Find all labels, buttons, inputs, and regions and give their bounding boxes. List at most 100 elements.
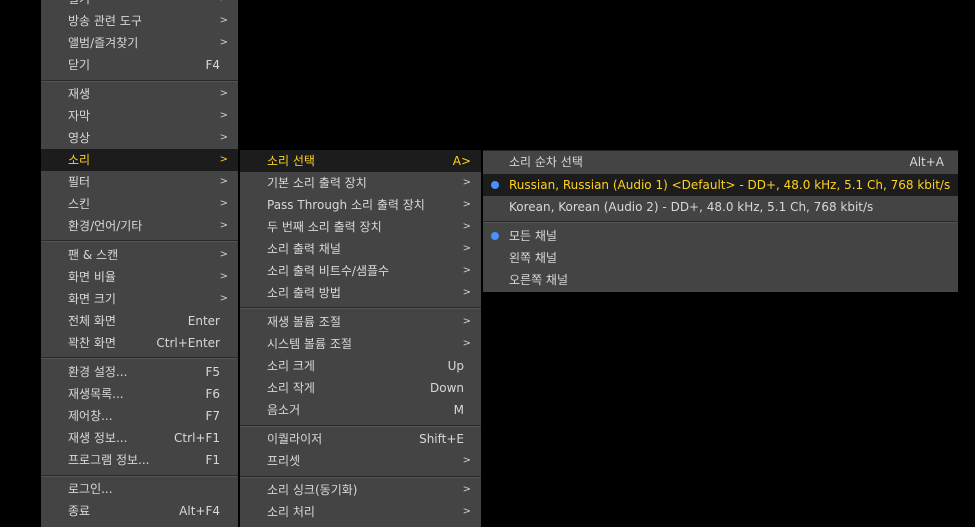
menu-item-program-info[interactable]: 프로그램 정보... F1: [41, 449, 238, 471]
menu-item-aspect-ratio[interactable]: 화면 비율 >: [41, 266, 238, 288]
menu-item-album-favorites[interactable]: 앨범/즐겨찾기 >: [41, 32, 238, 54]
menu-item-skin[interactable]: 스킨 >: [41, 193, 238, 215]
menu-item-label: 소리 출력 비트수/샘플수: [267, 264, 390, 278]
chevron-right-icon: >: [462, 287, 471, 298]
menu-item-volume-down[interactable]: 소리 작게 Down: [240, 377, 481, 399]
menu-item-label: Korean, Korean (Audio 2) - DD+, 48.0 kHz…: [509, 200, 874, 214]
menu-separator: [41, 475, 238, 477]
menu-item-label: 팬 & 스캔: [68, 248, 119, 262]
menu-item-open[interactable]: 열기 >: [41, 0, 238, 10]
channel-all[interactable]: 모든 채널: [483, 225, 958, 247]
menu-item-label: 소리 크게: [267, 359, 315, 373]
menu-item-label: 이퀄라이저: [267, 432, 323, 446]
menu-item-video[interactable]: 영상 >: [41, 127, 238, 149]
menu-item-equalizer[interactable]: 이퀄라이저 Shift+E: [240, 428, 481, 450]
menu-item-playback-volume[interactable]: 재생 볼륨 조절 >: [240, 311, 481, 333]
menu-item-playback[interactable]: 재생 >: [41, 83, 238, 105]
menu-item-label: 로그인...: [68, 482, 113, 496]
chevron-right-icon: >: [219, 132, 228, 143]
menu-item-shortcut: Ctrl+F1: [174, 431, 220, 445]
menu-separator: [240, 425, 481, 427]
chevron-right-icon: >: [220, 0, 228, 10]
menu-item-screen-size[interactable]: 화면 크기 >: [41, 288, 238, 310]
menu-item-label: 영상: [68, 131, 91, 145]
menu-item-volume-up[interactable]: 소리 크게 Up: [240, 355, 481, 377]
menu-item-fullscreen[interactable]: 전체 화면 Enter: [41, 310, 238, 332]
menu-item-mute[interactable]: 음소거 M: [240, 399, 481, 421]
menu-item-pan-scan[interactable]: 팬 & 스캔 >: [41, 244, 238, 266]
channel-right[interactable]: 오른쪽 채널: [483, 269, 958, 291]
menu-item-label: 열기: [68, 0, 90, 10]
audio-track-russian[interactable]: Russian, Russian (Audio 1) <Default> - D…: [483, 174, 958, 196]
menu-item-environment-language[interactable]: 환경/언어/기타 >: [41, 215, 238, 237]
menu-item-exit[interactable]: 종료 Alt+F4: [41, 500, 238, 522]
menu-item-label: 필터: [68, 175, 91, 189]
chevron-right-icon: >: [219, 154, 228, 165]
menu-item-subtitles[interactable]: 자막 >: [41, 105, 238, 127]
menu-item-label: 소리: [68, 153, 91, 167]
menu-item-label: 프리셋: [267, 454, 301, 468]
menu-item-shortcut: M: [453, 403, 464, 417]
menu-item-playback-info[interactable]: 재생 정보... Ctrl+F1: [41, 427, 238, 449]
menu-item-label: 종료: [68, 504, 91, 518]
menu-item-output-bits-samples[interactable]: 소리 출력 비트수/샘플수 >: [240, 260, 481, 282]
menu-item-shortcut: Up: [447, 359, 464, 373]
menu-separator: [240, 476, 481, 478]
menu-item-preferences[interactable]: 환경 설정... F5: [41, 361, 238, 383]
menu-item-shortcut-with-arrow: A>: [452, 154, 471, 168]
radio-dot-icon: [491, 181, 499, 189]
menu-item-label: 방송 관련 도구: [68, 14, 142, 28]
menu-item-system-volume[interactable]: 시스템 볼륨 조절 >: [240, 333, 481, 355]
audio-track-korean[interactable]: Korean, Korean (Audio 2) - DD+, 48.0 kHz…: [483, 196, 958, 218]
menu-item-default-output-device[interactable]: 기본 소리 출력 장치 >: [240, 172, 481, 194]
menu-item-close[interactable]: 닫기 F4: [41, 54, 238, 76]
menu-item-shortcut: Down: [429, 381, 464, 395]
chevron-right-icon: >: [462, 199, 471, 210]
menu-item-sound-processing[interactable]: 소리 처리 >: [240, 501, 481, 523]
menu-item-label: 모든 채널: [509, 229, 557, 243]
menu-item-cycle-audio[interactable]: 소리 순차 선택 Alt+A: [483, 151, 958, 173]
menu-item-filter[interactable]: 필터 >: [41, 171, 238, 193]
menu-item-login[interactable]: 로그인...: [41, 478, 238, 500]
menu-item-label: 화면 크기: [68, 292, 116, 306]
menu-item-passthrough-output-device[interactable]: Pass Through 소리 출력 장치 >: [240, 194, 481, 216]
menu-item-control-panel[interactable]: 제어창... F7: [41, 405, 238, 427]
sound-submenu: 소리 선택 A> 기본 소리 출력 장치 > Pass Through 소리 출…: [240, 150, 481, 527]
menu-item-preset[interactable]: 프리셋 >: [240, 450, 481, 472]
menu-item-label: 닫기: [68, 58, 91, 72]
menu-item-shortcut: F4: [205, 58, 220, 72]
menu-item-label: 꽉찬 화면: [68, 336, 116, 350]
menu-item-label: Russian, Russian (Audio 1) <Default> - D…: [509, 178, 951, 192]
menu-item-playlist[interactable]: 재생목록... F6: [41, 383, 238, 405]
menu-separator: [41, 80, 238, 82]
menu-item-label: 기본 소리 출력 장치: [267, 176, 367, 190]
menu-item-label: 소리 싱크(동기화): [267, 483, 358, 497]
chevron-right-icon: >: [462, 455, 471, 466]
channel-left[interactable]: 왼쪽 채널: [483, 247, 958, 269]
menu-item-output-channel[interactable]: 소리 출력 채널 >: [240, 238, 481, 260]
chevron-right-icon: >: [219, 293, 228, 304]
menu-item-label: 시스템 볼륨 조절: [267, 337, 352, 351]
menu-item-output-method[interactable]: 소리 출력 방법 >: [240, 282, 481, 304]
menu-item-sound[interactable]: 소리 >: [41, 149, 238, 171]
menu-separator: [483, 221, 958, 223]
chevron-right-icon: >: [462, 484, 471, 495]
menu-item-shortcut: F6: [205, 387, 220, 401]
menu-item-label: 소리 선택: [267, 154, 315, 168]
chevron-right-icon: >: [219, 15, 228, 26]
audio-track-submenu: 소리 순차 선택 Alt+A Russian, Russian (Audio 1…: [483, 150, 958, 292]
menu-item-label: 재생목록...: [68, 387, 124, 401]
menu-item-shortcut: Alt+F4: [179, 504, 220, 518]
menu-item-fill-screen[interactable]: 꽉찬 화면 Ctrl+Enter: [41, 332, 238, 354]
menu-item-label: 소리 처리: [267, 505, 315, 519]
chevron-right-icon: >: [462, 506, 471, 517]
menu-item-label: 환경/언어/기타: [68, 219, 143, 233]
menu-item-sound-select[interactable]: 소리 선택 A>: [240, 150, 481, 172]
menu-item-label: Pass Through 소리 출력 장치: [267, 198, 425, 212]
menu-item-broadcast-tools[interactable]: 방송 관련 도구 >: [41, 10, 238, 32]
menu-item-sound-sync[interactable]: 소리 싱크(동기화) >: [240, 479, 481, 501]
chevron-right-icon: >: [462, 177, 471, 188]
menu-item-label: 왼쪽 채널: [509, 251, 557, 265]
menu-item-second-output-device[interactable]: 두 번째 소리 출력 장치 >: [240, 216, 481, 238]
menu-item-label: 환경 설정...: [68, 365, 128, 379]
